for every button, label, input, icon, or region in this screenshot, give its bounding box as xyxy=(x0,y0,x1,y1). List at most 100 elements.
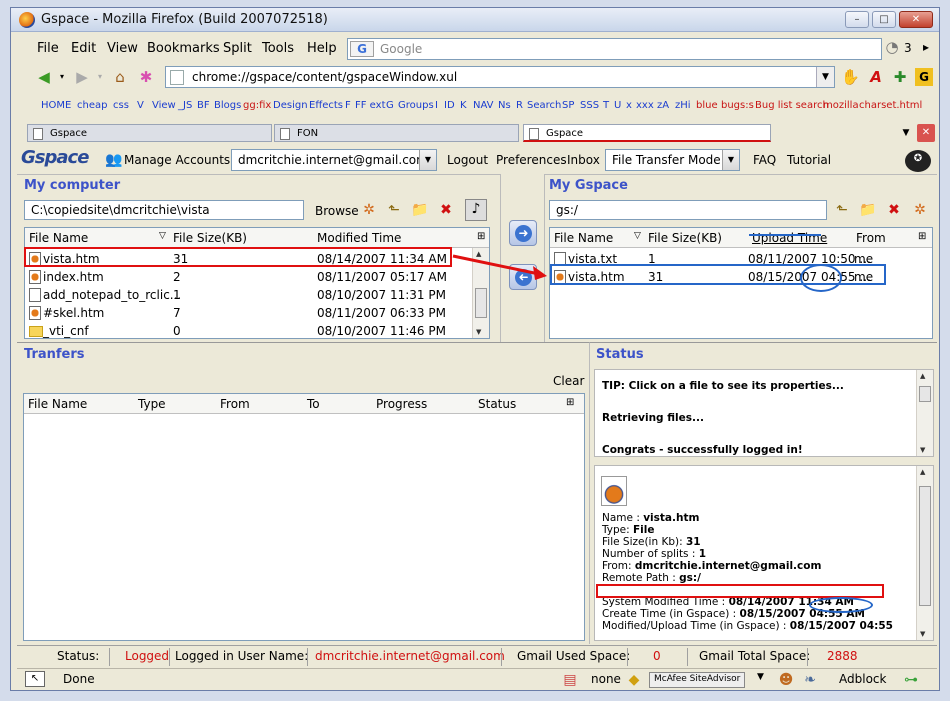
link-ns[interactable]: Ns xyxy=(498,100,511,111)
column-file-name[interactable]: File Name xyxy=(29,231,88,245)
link-sss[interactable]: SSS xyxy=(580,100,599,111)
tab-gspace-1[interactable]: Gspace xyxy=(27,124,272,142)
link-blue[interactable]: blue xyxy=(696,100,718,111)
link-home[interactable]: HOME xyxy=(41,100,71,111)
forward-icon[interactable]: ▶ xyxy=(73,68,91,86)
scroll-thumb[interactable] xyxy=(919,486,931,606)
link-bf[interactable]: BF xyxy=(197,100,210,111)
back-icon[interactable]: ◀ xyxy=(35,68,53,86)
adblock-text[interactable]: Adblock xyxy=(839,672,886,686)
link-cheap[interactable]: cheap xyxy=(77,100,107,111)
tab-list-icon[interactable]: ▼ xyxy=(897,124,915,142)
scroll-thumb[interactable] xyxy=(919,386,931,402)
link-js[interactable]: _JS xyxy=(178,100,192,111)
hand-icon[interactable]: ✋ xyxy=(841,68,860,86)
column-picker-icon[interactable]: ⊞ xyxy=(918,231,926,242)
upload-button[interactable]: ➜ xyxy=(509,220,537,246)
menu-split[interactable]: Split xyxy=(223,41,252,56)
tutorial-link[interactable]: Tutorial xyxy=(787,153,831,167)
menu-help[interactable]: Help xyxy=(307,41,337,56)
new-folder-icon[interactable]: 📁 xyxy=(859,201,877,219)
column-status[interactable]: Status xyxy=(478,397,516,411)
url-dropdown-icon[interactable]: ▼ xyxy=(816,67,834,87)
link-id[interactable]: ID xyxy=(444,100,455,111)
minimize-button[interactable]: – xyxy=(845,11,869,28)
column-to[interactable]: To xyxy=(307,397,320,411)
add-icon[interactable]: ✚ xyxy=(891,68,909,86)
column-file-size[interactable]: File Size(KB) xyxy=(648,231,722,245)
delete-icon[interactable]: ✖ xyxy=(437,201,455,219)
close-tab-icon[interactable]: ✕ xyxy=(917,124,935,142)
link-x[interactable]: x xyxy=(626,100,632,111)
column-picker-icon[interactable]: ⊞ xyxy=(477,231,485,242)
column-file-size[interactable]: File Size(KB) xyxy=(173,231,247,245)
link-i[interactable]: I xyxy=(435,100,438,111)
scroll-up-icon[interactable]: ▲ xyxy=(920,372,925,380)
table-row[interactable]: _vti_cnf 0 08/10/2007 11:46 PM xyxy=(25,322,471,340)
link-charset[interactable]: charset.html xyxy=(859,100,922,111)
smiley-icon[interactable]: ☻ xyxy=(777,671,795,689)
column-from[interactable]: From xyxy=(220,397,250,411)
column-file-name[interactable]: File Name xyxy=(28,397,87,411)
link-mozilla[interactable]: mozilla xyxy=(823,100,859,111)
link-f[interactable]: F xyxy=(345,100,351,111)
menu-file[interactable]: File xyxy=(37,41,59,56)
toggle-icon[interactable]: ⊶ xyxy=(897,671,925,689)
menu-edit[interactable]: Edit xyxy=(71,41,96,56)
chevron-down-icon[interactable]: ▼ xyxy=(722,150,739,170)
link-k[interactable]: K xyxy=(460,100,467,111)
column-picker-icon[interactable]: ⊞ xyxy=(566,397,574,408)
folder-up-icon[interactable]: ⬑ xyxy=(833,201,851,219)
manage-accounts-link[interactable]: Manage Accounts xyxy=(124,153,230,167)
inbox-link[interactable]: Inbox xyxy=(567,153,600,167)
properties-scrollbar[interactable]: ▲ ▼ xyxy=(916,466,933,640)
scroll-thumb[interactable] xyxy=(475,288,487,318)
tab-fon[interactable]: FON xyxy=(274,124,519,142)
link-nav[interactable]: NAV xyxy=(473,100,494,111)
siteadvisor-badge[interactable]: McAfee SiteAdvisor xyxy=(649,672,746,688)
faq-link[interactable]: FAQ xyxy=(753,153,776,167)
security-icon[interactable]: ◆ xyxy=(625,671,643,689)
gspace-toolbar-icon[interactable]: G xyxy=(915,68,933,86)
preferences-link[interactable]: Preferences xyxy=(496,153,567,167)
menu-tools[interactable]: Tools xyxy=(262,41,294,56)
mode-select[interactable]: File Transfer Mode ▼ xyxy=(605,149,740,171)
search-box[interactable]: G Google xyxy=(347,38,882,60)
more-icon[interactable]: ▸ xyxy=(917,38,935,56)
maximize-button[interactable]: □ xyxy=(872,11,896,28)
link-groups[interactable]: Groups xyxy=(398,100,434,111)
link-bug-list-search[interactable]: Bug list search xyxy=(755,100,829,111)
font-a-icon[interactable]: A xyxy=(867,68,885,86)
column-file-name[interactable]: File Name xyxy=(554,231,613,245)
clear-button[interactable]: Clear xyxy=(553,374,584,388)
table-row[interactable]: add_notepad_to_rclic... 1 08/10/2007 11:… xyxy=(25,286,471,304)
account-select[interactable]: dmcritchie.internet@gmail.com ▼ xyxy=(231,149,437,171)
status-messages-scrollbar[interactable]: ▲ ▼ xyxy=(916,370,933,456)
menu-bookmarks[interactable]: Bookmarks xyxy=(147,41,220,56)
link-css[interactable]: css xyxy=(113,100,129,111)
refresh-icon[interactable]: ✲ xyxy=(360,201,378,219)
forward-dropdown-icon[interactable]: ▾ xyxy=(91,68,109,86)
link-v[interactable]: V xyxy=(137,100,144,111)
link-effects[interactable]: Effects xyxy=(309,100,343,111)
close-button[interactable]: ✕ xyxy=(899,11,933,28)
remote-path-input[interactable]: gs:/ xyxy=(549,200,827,220)
table-row[interactable]: index.htm 2 08/11/2007 05:17 AM xyxy=(25,268,471,286)
chevron-down-icon[interactable]: ▼ xyxy=(757,672,764,682)
scroll-down-icon[interactable]: ▼ xyxy=(476,328,481,336)
link-za[interactable]: zA xyxy=(657,100,669,111)
link-u[interactable]: U xyxy=(614,100,621,111)
link-ggfix[interactable]: gg:fix xyxy=(243,100,271,111)
delete-icon[interactable]: ✖ xyxy=(885,201,903,219)
column-progress[interactable]: Progress xyxy=(376,397,427,411)
local-path-input[interactable]: C:\copiedsite\dmcritchie\vista xyxy=(24,200,304,220)
url-bar[interactable]: chrome://gspace/content/gspaceWindow.xul… xyxy=(165,66,835,88)
link-search[interactable]: Search xyxy=(527,100,561,111)
feather-icon[interactable]: ❧ xyxy=(801,671,819,689)
folder-up-icon[interactable]: ⬑ xyxy=(385,201,403,219)
new-folder-icon[interactable]: 📁 xyxy=(411,201,429,219)
sort-icon[interactable]: ▽ xyxy=(159,231,166,241)
tool-icon[interactable]: ♪ xyxy=(465,199,487,221)
page-style-icon[interactable]: ▤ xyxy=(561,671,579,689)
pinwheel-icon[interactable]: ✱ xyxy=(137,68,155,86)
